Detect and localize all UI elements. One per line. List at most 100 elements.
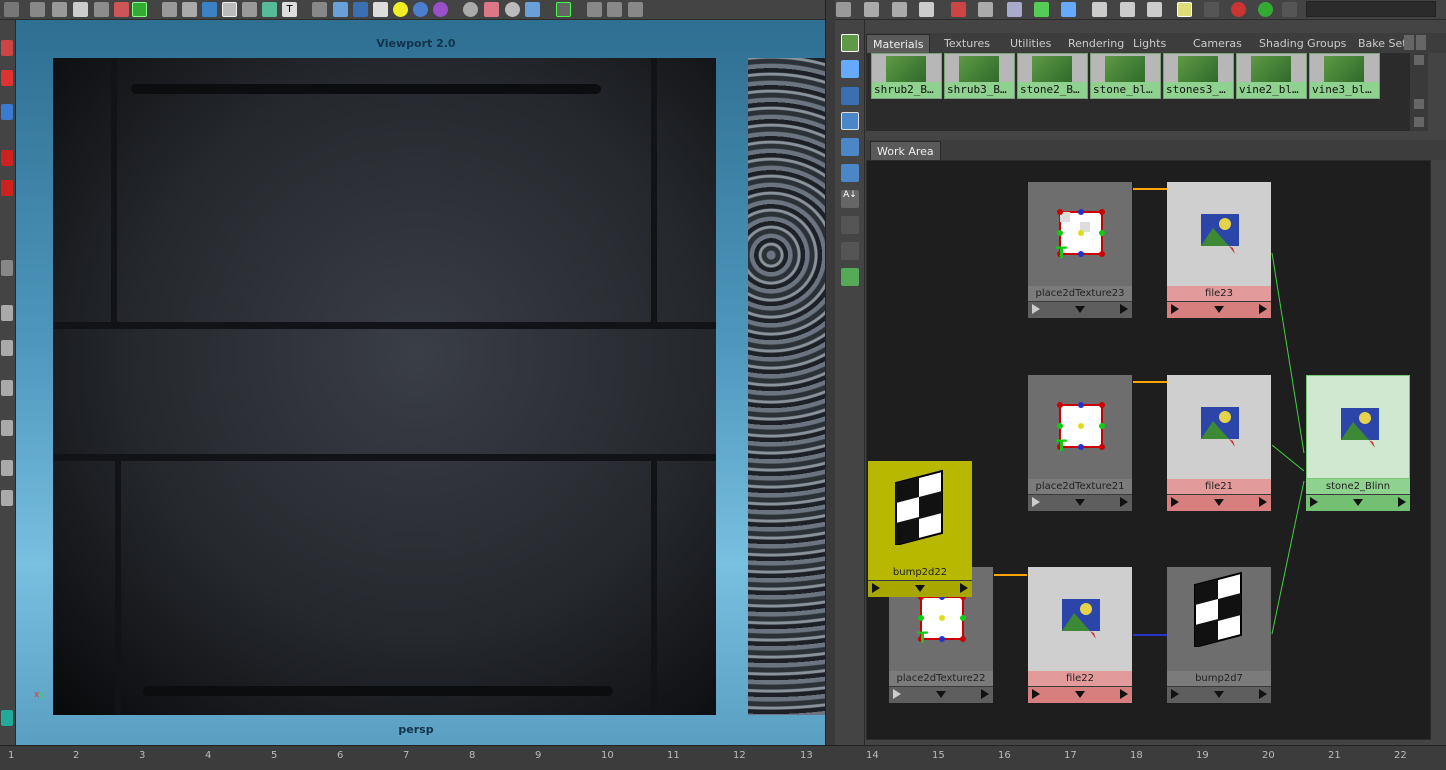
tab-shading-groups[interactable]: Shading Groups — [1253, 34, 1352, 53]
layout-bottom-icon[interactable] — [919, 2, 934, 17]
place2d-node[interactable]: T place2dTexture23 — [1028, 182, 1132, 320]
tab-rendering[interactable]: Rendering — [1062, 34, 1130, 53]
layout-four-icon[interactable] — [1, 340, 13, 356]
target-green-icon[interactable] — [1258, 2, 1273, 17]
share-icon[interactable] — [607, 2, 622, 17]
medium-sphere-icon[interactable] — [841, 112, 859, 130]
tab-cameras[interactable]: Cameras — [1187, 34, 1248, 53]
node-ports[interactable] — [1028, 686, 1132, 703]
file-node[interactable]: file23 — [1167, 182, 1271, 320]
tab-materials[interactable]: Materials — [866, 34, 931, 53]
node-ports[interactable] — [1167, 301, 1271, 318]
viewport-panel[interactable]: Viewport 2.0 xy persp — [16, 20, 825, 745]
bars-icon[interactable] — [73, 2, 88, 17]
search-input[interactable] — [1306, 1, 1436, 17]
material-swatch[interactable]: vine2_bl… — [1236, 53, 1307, 99]
grid-icon[interactable] — [182, 2, 197, 17]
layout-single-icon[interactable] — [1, 305, 13, 321]
target-red-icon[interactable] — [1231, 2, 1246, 17]
render-icon[interactable] — [30, 2, 45, 17]
graph-input-icon[interactable] — [951, 2, 966, 17]
node-ports[interactable] — [1167, 686, 1271, 703]
graph-icon[interactable] — [628, 2, 643, 17]
sort-reverse-icon[interactable] — [841, 268, 859, 286]
bake-icon[interactable] — [525, 2, 540, 17]
wire-icon[interactable] — [222, 2, 237, 17]
swatch-view-icon[interactable] — [841, 34, 859, 52]
magnet-icon[interactable] — [114, 2, 129, 17]
node-ports[interactable] — [1306, 494, 1410, 511]
material-swatch[interactable]: stone_bl… — [1090, 53, 1161, 99]
select-arrow-icon[interactable] — [556, 2, 571, 17]
xlarge-sphere-icon[interactable] — [841, 164, 859, 182]
node-ports[interactable] — [1167, 494, 1271, 511]
layers-icon[interactable] — [162, 2, 177, 17]
node-ports[interactable] — [889, 686, 993, 703]
list-view-icon[interactable] — [841, 60, 859, 78]
half-sphere-icon[interactable] — [505, 2, 520, 17]
last-tool-icon[interactable] — [1, 260, 13, 276]
large-sphere-icon[interactable] — [841, 138, 859, 156]
bump2d-node-selected[interactable]: bump2d22 — [868, 461, 972, 599]
bump2d-node[interactable]: bump2d7 — [1167, 567, 1271, 705]
node-ports[interactable] — [1028, 301, 1132, 318]
graph-network-icon[interactable] — [1061, 2, 1076, 17]
all-attrs-icon[interactable] — [1147, 2, 1162, 17]
tab-work-area[interactable]: Work Area — [870, 141, 941, 160]
node-ports[interactable] — [1028, 494, 1132, 511]
scale-tool-icon[interactable] — [1, 180, 13, 196]
material-swatch[interactable]: shrub2_B… — [871, 53, 942, 99]
sphere-icon[interactable] — [413, 2, 428, 17]
blinn-material-node[interactable]: stone2_Blinn — [1306, 375, 1410, 513]
file-node[interactable]: file21 — [1167, 375, 1271, 513]
checker-icon[interactable] — [373, 2, 388, 17]
material-swatch[interactable]: stones3_… — [1163, 53, 1234, 99]
clear-graph-icon[interactable] — [1007, 2, 1022, 17]
cube-icon[interactable] — [312, 2, 327, 17]
material-swatch[interactable]: shrub3_B… — [944, 53, 1015, 99]
xray-icon[interactable] — [242, 2, 257, 17]
layout-two-icon[interactable] — [1, 380, 13, 396]
light-icon[interactable] — [393, 2, 408, 17]
connected-attrs-icon[interactable] — [1120, 2, 1135, 17]
cube-shaded-icon[interactable] — [333, 2, 348, 17]
camera-icon[interactable] — [484, 2, 499, 17]
layout-list-icon[interactable] — [1, 490, 13, 506]
settings-icon[interactable] — [1282, 2, 1297, 17]
texture-icon[interactable] — [262, 2, 277, 17]
node-graph[interactable]: T place2dTexture23 file23 T place2dTextu… — [866, 160, 1431, 740]
small-sphere-icon[interactable] — [841, 87, 859, 105]
snap-icon[interactable] — [132, 2, 147, 17]
tab-scroll-left-icon[interactable] — [1404, 35, 1414, 50]
select-tool-icon[interactable] — [1, 40, 13, 56]
layout-split-icon[interactable] — [892, 2, 907, 17]
sort-time-icon[interactable] — [841, 242, 859, 260]
rearrange-icon[interactable] — [1034, 2, 1049, 17]
toolbar-icon[interactable] — [4, 2, 19, 17]
hide-attrs-icon[interactable] — [1092, 2, 1107, 17]
editor-menu-icon[interactable] — [836, 2, 851, 17]
rotate-tool-icon[interactable] — [1, 150, 13, 166]
layout-outliner-icon[interactable] — [1, 420, 13, 436]
panel-divider[interactable] — [825, 0, 835, 745]
cube-blue-icon[interactable] — [353, 2, 368, 17]
material-icon[interactable] — [433, 2, 448, 17]
lasso-tool-icon[interactable] — [1, 70, 13, 86]
ghost-icon[interactable] — [1204, 2, 1219, 17]
file-node[interactable]: file22 — [1028, 567, 1132, 705]
sort-az-icon[interactable]: A↓ — [841, 190, 859, 208]
tab-textures[interactable]: Textures — [938, 34, 996, 53]
select-icon[interactable] — [52, 2, 67, 17]
scroll-up-icon[interactable] — [1414, 55, 1424, 65]
layout-top-icon[interactable] — [864, 2, 879, 17]
scroll-mid-icon[interactable] — [1414, 99, 1424, 109]
box-icon[interactable] — [587, 2, 602, 17]
swatch-toggle-icon[interactable] — [1177, 2, 1192, 17]
swatch-scrollbar[interactable] — [1410, 53, 1428, 131]
text-icon[interactable]: T — [282, 2, 297, 17]
scroll-down-icon[interactable] — [1414, 117, 1424, 127]
material-swatch[interactable]: vine3_bl… — [1309, 53, 1380, 99]
sort-type-icon[interactable] — [841, 216, 859, 234]
move-tool-icon[interactable] — [1, 104, 13, 120]
place2d-node[interactable]: T place2dTexture21 — [1028, 375, 1132, 513]
